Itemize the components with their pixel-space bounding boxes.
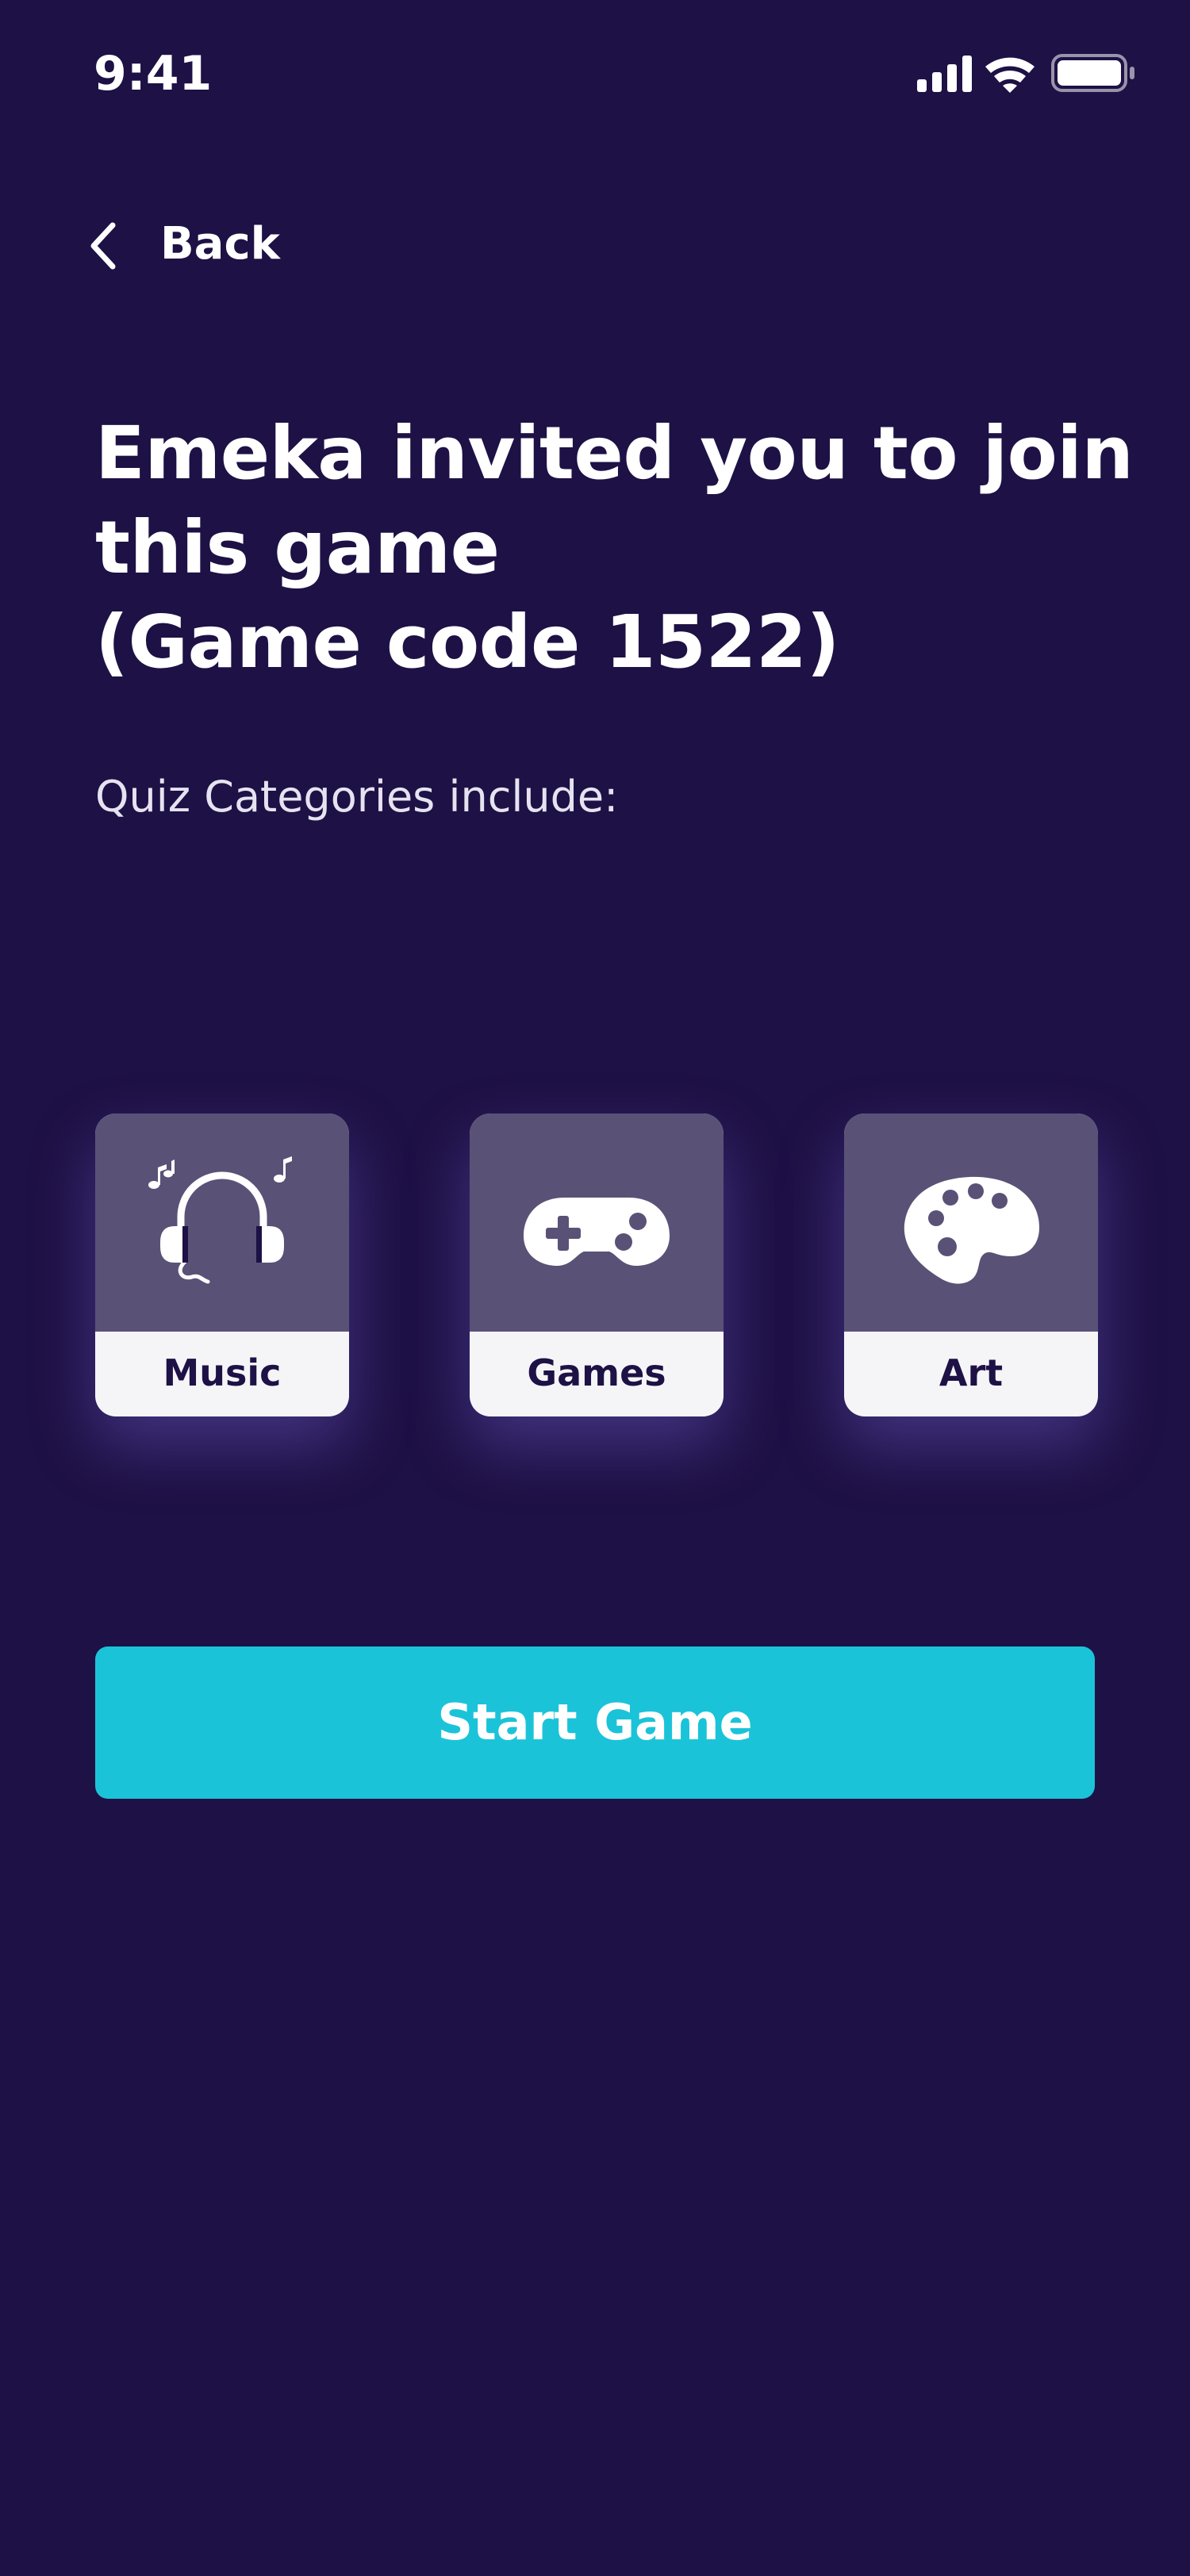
chevron-left-icon — [90, 222, 116, 270]
title-line: Emeka invited you to join — [95, 411, 1134, 496]
card-image-area — [470, 1114, 724, 1332]
category-list: Music Games Art — [95, 1114, 1098, 1416]
category-label: Music — [163, 1351, 282, 1394]
battery-icon — [1051, 54, 1134, 92]
back-button[interactable]: Back — [87, 214, 294, 278]
categories-heading: Quiz Categories include: — [95, 772, 619, 822]
card-image-area — [95, 1114, 349, 1332]
card-image-area — [844, 1114, 1098, 1332]
palette-icon — [904, 1176, 1039, 1284]
title-line: this game — [95, 505, 500, 590]
page-title: Emeka invited you to join this game (Gam… — [95, 406, 1134, 689]
headphones-icon — [148, 1156, 292, 1284]
wifi-icon — [985, 57, 1035, 93]
category-label: Games — [527, 1351, 666, 1394]
category-card-music[interactable]: Music — [95, 1114, 349, 1416]
status-time: 9:41 — [94, 46, 213, 102]
start-game-button[interactable]: Start Game — [95, 1646, 1095, 1799]
signal-icon — [917, 56, 972, 92]
back-label: Back — [160, 218, 280, 270]
status-bar: 9:41 — [0, 0, 1190, 151]
category-card-games[interactable]: Games — [470, 1114, 724, 1416]
category-card-art[interactable]: Art — [844, 1114, 1098, 1416]
title-line: (Game code 1522) — [95, 600, 840, 684]
category-label: Art — [939, 1351, 1004, 1394]
gamepad-icon — [524, 1198, 670, 1266]
status-icons — [917, 54, 1134, 93]
